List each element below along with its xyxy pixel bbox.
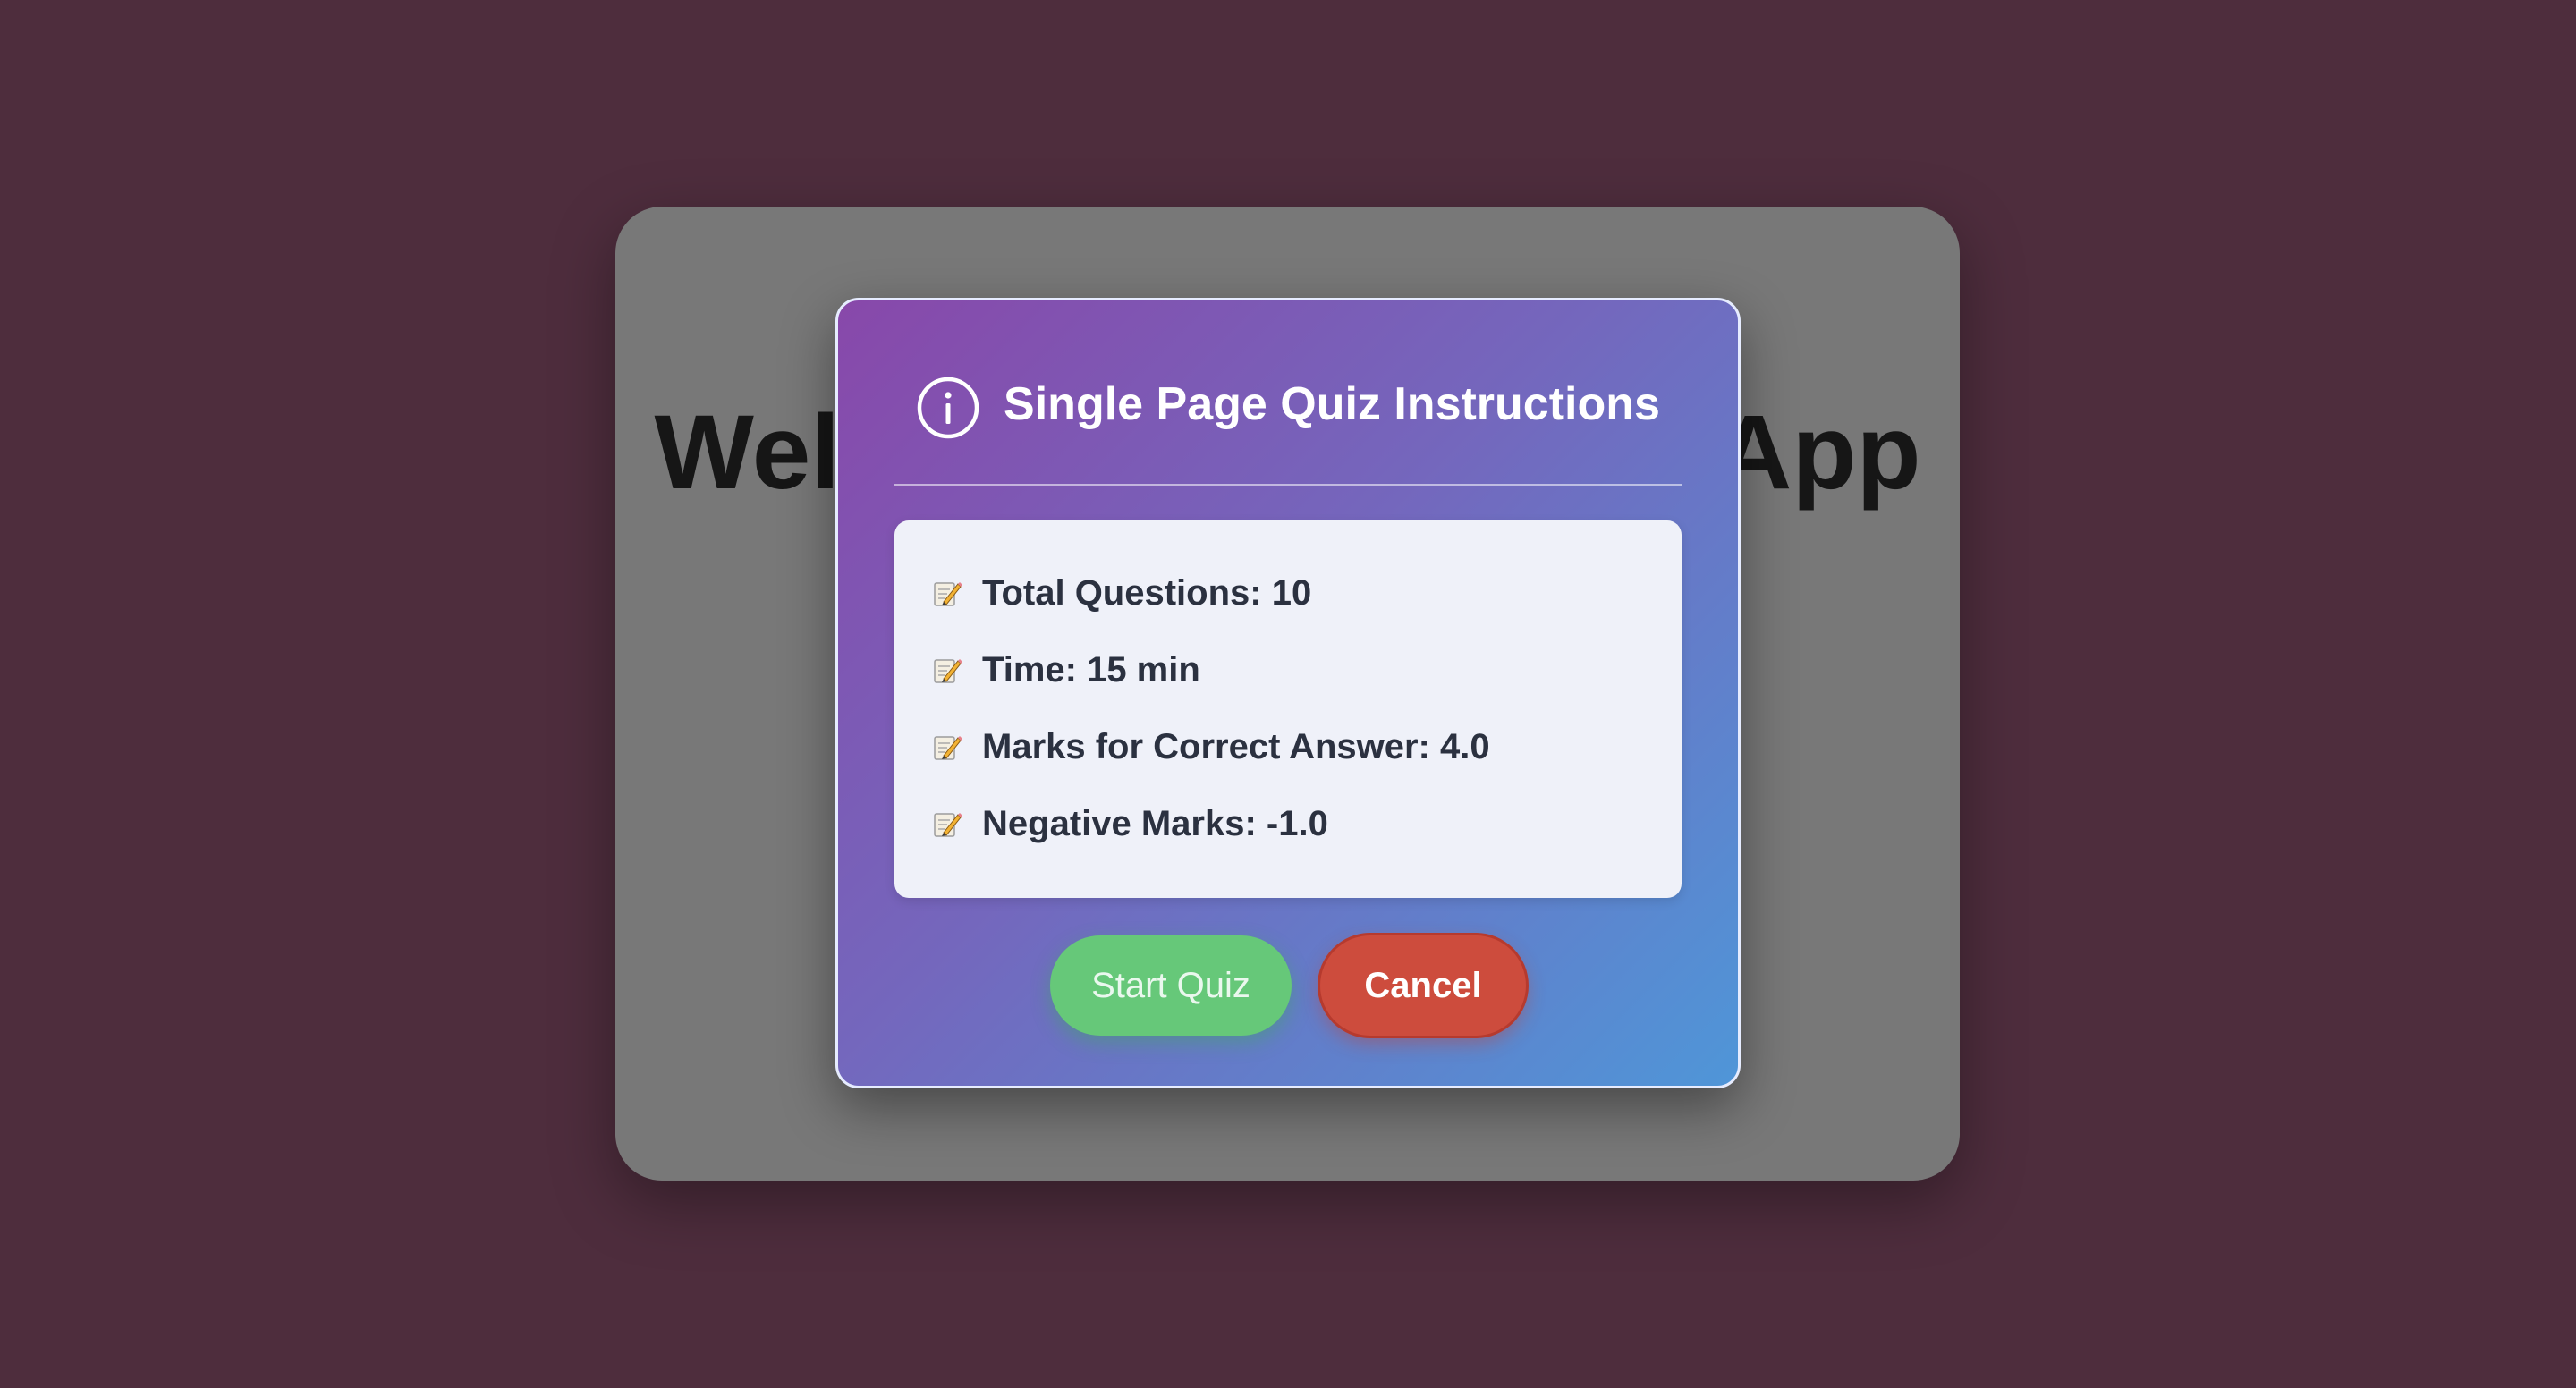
detail-time: Time: 15 min (932, 631, 1682, 708)
detail-correct-marks: Marks for Correct Answer: 4.0 (932, 708, 1682, 785)
detail-text: Total Questions: 10 (982, 572, 1312, 613)
detail-text: Negative Marks: -1.0 (982, 803, 1328, 843)
memo-pencil-icon (934, 736, 962, 760)
info-icon (917, 377, 979, 439)
start-quiz-button[interactable]: Start Quiz (1050, 935, 1292, 1036)
modal-title: Single Page Quiz Instructions (1004, 378, 1660, 430)
instructions-modal: Single Page Quiz Instructions Total Ques… (835, 298, 1741, 1088)
detail-total-questions: Total Questions: 10 (932, 554, 1682, 631)
memo-pencil-icon (934, 659, 962, 683)
detail-text: Marks for Correct Answer: 4.0 (982, 726, 1490, 766)
header-divider (894, 484, 1682, 486)
detail-negative-marks: Negative Marks: -1.0 (932, 785, 1682, 862)
cancel-button[interactable]: Cancel (1320, 935, 1526, 1036)
modal-actions: Start Quiz Cancel (838, 935, 1738, 1036)
memo-pencil-icon (934, 582, 962, 606)
detail-text: Time: 15 min (982, 649, 1200, 690)
quiz-details-box: Total Questions: 10 Time: 15 min Marks f… (894, 520, 1682, 898)
modal-header: Single Page Quiz Instructions (892, 360, 1684, 449)
memo-pencil-icon (934, 813, 962, 837)
